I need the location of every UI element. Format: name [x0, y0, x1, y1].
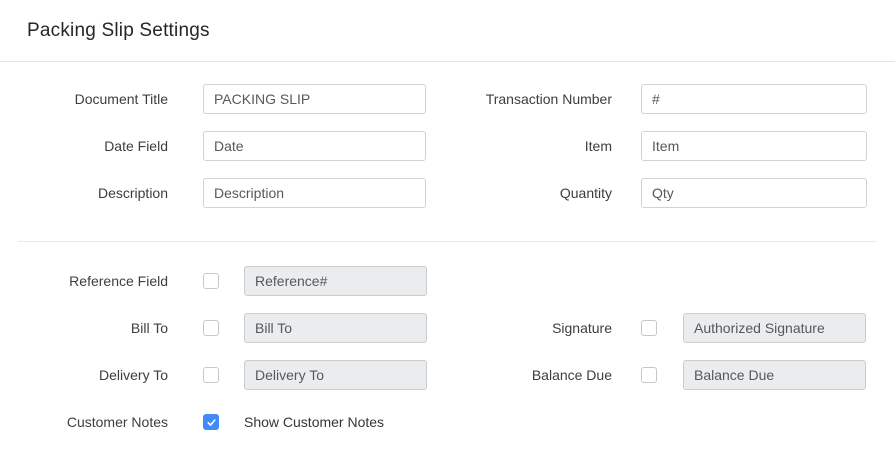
transaction-number-input[interactable]	[641, 84, 867, 114]
bill-to-input	[244, 313, 427, 343]
delivery-to-label: Delivery To	[0, 367, 168, 383]
delivery-to-input	[244, 360, 427, 390]
item-input[interactable]	[641, 131, 867, 161]
description-label: Description	[0, 185, 168, 201]
document-title-input[interactable]	[203, 84, 426, 114]
date-field-input[interactable]	[203, 131, 426, 161]
signature-input	[683, 313, 866, 343]
balance-due-checkbox[interactable]	[641, 367, 657, 383]
balance-due-label: Balance Due	[427, 367, 612, 383]
balance-due-input	[683, 360, 866, 390]
form-row-title-transaction: Document Title Transaction Number	[0, 84, 895, 114]
bill-to-label: Bill To	[0, 320, 168, 336]
document-fields-section: Document Title Transaction Number Date F…	[0, 62, 895, 208]
page-title: Packing Slip Settings	[27, 20, 210, 42]
toggle-row-customer-notes: Customer Notes Show Customer Notes	[0, 407, 895, 437]
form-row-date-item: Date Field Item	[0, 131, 895, 161]
page-header: Packing Slip Settings	[0, 0, 895, 62]
show-customer-notes-text: Show Customer Notes	[244, 414, 384, 430]
bill-to-checkbox[interactable]	[203, 320, 219, 336]
toggle-row-reference: Reference Field	[0, 266, 895, 296]
customer-notes-checkbox[interactable]	[203, 414, 219, 430]
transaction-number-label: Transaction Number	[426, 91, 612, 107]
reference-field-label: Reference Field	[0, 273, 168, 289]
customer-notes-label: Customer Notes	[0, 414, 168, 430]
form-row-description-quantity: Description Quantity	[0, 178, 895, 208]
date-field-label: Date Field	[0, 138, 168, 154]
optional-fields-section: Reference Field Bill To Signature Delive…	[0, 266, 895, 437]
checkmark-icon	[206, 417, 217, 428]
item-label: Item	[426, 138, 612, 154]
reference-field-checkbox[interactable]	[203, 273, 219, 289]
delivery-to-checkbox[interactable]	[203, 367, 219, 383]
signature-checkbox[interactable]	[641, 320, 657, 336]
signature-label: Signature	[427, 320, 612, 336]
quantity-input[interactable]	[641, 178, 867, 208]
quantity-label: Quantity	[426, 185, 612, 201]
document-title-label: Document Title	[0, 91, 168, 107]
section-divider	[18, 241, 877, 242]
toggle-row-billto-signature: Bill To Signature	[0, 313, 895, 343]
reference-field-input	[244, 266, 427, 296]
packing-slip-settings-page: Packing Slip Settings Document Title Tra…	[0, 0, 895, 461]
toggle-row-deliveryto-balancedue: Delivery To Balance Due	[0, 360, 895, 390]
description-input[interactable]	[203, 178, 426, 208]
